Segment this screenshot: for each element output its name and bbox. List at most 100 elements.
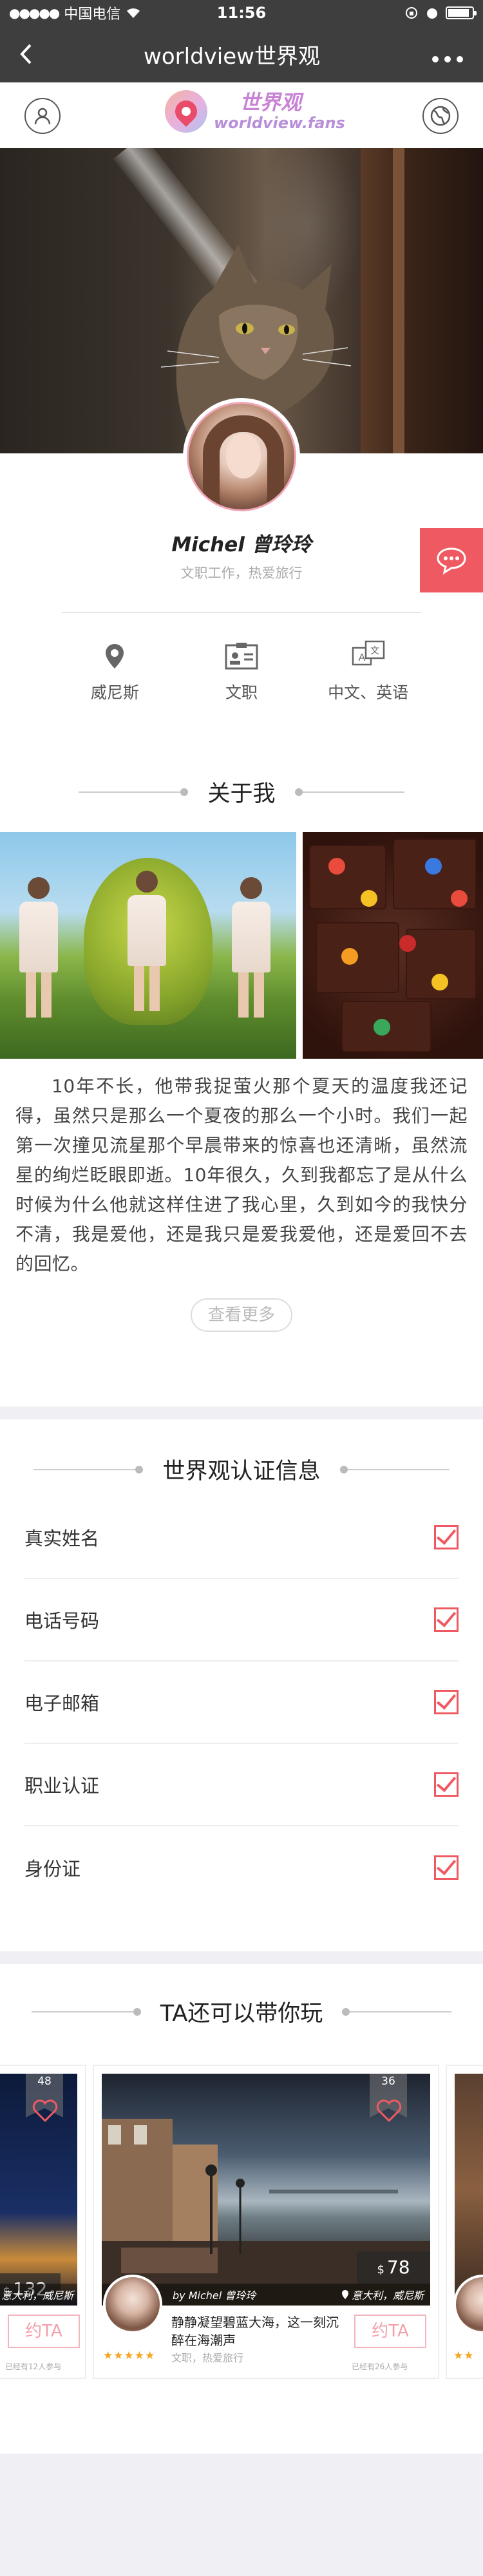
activity-price: $78 — [357, 2251, 430, 2284]
id-card-icon — [225, 643, 258, 670]
like-count: 48 — [37, 2075, 52, 2088]
verify-label: 电子邮箱 — [24, 1692, 100, 1714]
app-logo: 世界观 worldview.fans — [165, 90, 345, 133]
verify-section: 世界观认证信息 真实姓名 电话号码 电子邮箱 职业认证 身份证 — [0, 1419, 483, 1951]
logo-cn: 世界观 — [240, 90, 302, 115]
page-bottom — [0, 2454, 483, 2576]
verify-label: 电话号码 — [24, 1610, 100, 1632]
meta-job-label: 文职 — [225, 683, 258, 702]
avatar-image — [187, 402, 296, 511]
like-count: 36 — [381, 2075, 395, 2088]
location-pin-icon — [106, 644, 124, 668]
profile-name: Michel 曾玲玲 — [171, 533, 312, 556]
verify-row-email: 电子邮箱 — [24, 1662, 459, 1744]
about-photo-brownies[interactable] — [303, 832, 483, 1059]
rating-stars: ★★★★★ — [103, 2349, 156, 2362]
host-subtitle: 文职，热爱旅行 — [171, 2352, 244, 2364]
activity-author: by Michel 曾玲玲 — [173, 2289, 256, 2302]
activity-card-image — [455, 2074, 483, 2306]
verify-label: 真实姓名 — [24, 1528, 100, 1549]
globe-button[interactable] — [422, 98, 459, 134]
activity-card[interactable]: 48 $132 意大利，威尼斯 约TA 已经有12人参与 — [0, 2065, 86, 2379]
wifi-icon — [127, 8, 140, 18]
verify-row-name: 真实姓名 — [24, 1497, 459, 1579]
location-pin-icon — [341, 2290, 348, 2299]
verified-check-icon — [434, 1525, 459, 1549]
activity-location: 意大利，威尼斯 — [351, 2289, 424, 2302]
host-avatar[interactable] — [103, 2275, 162, 2334]
meta-language-label: 中文、英语 — [328, 683, 409, 702]
verify-title: 世界观认证信息 — [162, 1459, 321, 1484]
status-left: ●●●●● 中国电信 — [9, 3, 202, 23]
more-dots-icon — [432, 56, 463, 62]
about-photo-girls[interactable] — [0, 832, 296, 1059]
rotation-lock-icon — [406, 7, 417, 19]
about-text: 10年不长，他带我捉萤火那个夏天的温度我还记得，虽然只是那么一个夏夜的那么一个小… — [15, 1075, 468, 1274]
language-icon: A文 — [352, 640, 384, 666]
verify-row-career: 职业认证 — [24, 1744, 459, 1826]
activity-caption: 意大利，威尼斯 — [0, 2284, 77, 2306]
activity-card[interactable]: ★★ — [446, 2065, 483, 2379]
logo-badge — [165, 90, 207, 133]
joined-count: 已经有26人参与 — [352, 2362, 408, 2371]
verified-check-icon — [434, 1607, 459, 1632]
verified-check-icon — [434, 1690, 459, 1714]
verified-check-icon — [434, 1855, 459, 1880]
about-title-row: 关于我 — [0, 775, 483, 808]
profile-divider — [62, 612, 421, 613]
meta-location: 威尼斯 — [60, 638, 169, 703]
signal-icon: ●●●●● — [9, 5, 60, 21]
activity-location: 意大利，威尼斯 — [1, 2289, 73, 2302]
more-button[interactable] — [412, 26, 483, 82]
status-time: 11:56 — [216, 4, 267, 22]
see-more-button[interactable]: 查看更多 — [191, 1298, 292, 1332]
carrier-label: 中国电信 — [64, 6, 121, 23]
activities-section: TA还可以带你玩 48 $132 意大利，威尼斯 约TA 已经有12人参与 36… — [0, 1964, 483, 2454]
svg-text:A: A — [358, 652, 365, 663]
activity-card-image: 36 $78 by Michel 曾玲玲 意大利，威尼斯 — [102, 2074, 430, 2306]
activity-card-image: 48 $132 意大利，威尼斯 — [0, 2074, 77, 2306]
status-right — [281, 6, 477, 20]
meta-location-label: 威尼斯 — [90, 683, 139, 702]
svg-text:文: 文 — [370, 646, 379, 656]
logo-en: worldview.fans — [214, 113, 345, 132]
chat-bubble-icon — [437, 547, 466, 574]
nav-bar: worldview世界观 — [0, 26, 483, 82]
profile-subtitle: 文职工作，热爱旅行 — [180, 565, 303, 581]
page: { "status_bar": {"carrier": "中国电信", "tim… — [0, 0, 483, 2576]
nav-title: worldview世界观 — [144, 43, 320, 70]
play-title: TA还可以带你玩 — [160, 2001, 323, 2027]
chat-button[interactable] — [420, 528, 483, 592]
back-button[interactable] — [0, 26, 52, 82]
activity-description: 静静凝望碧蓝大海，这一刻沉醉在海潮声 — [171, 2315, 339, 2348]
activity-card[interactable]: 36 $78 by Michel 曾玲玲 意大利，威尼斯 静静凝望碧蓝大海，这一… — [93, 2065, 439, 2379]
app-header: 世界观 worldview.fans — [0, 82, 483, 148]
invite-button[interactable]: 约TA — [8, 2315, 80, 2348]
profile-meta: 威尼斯 文职 A文 中文、英语 — [0, 638, 483, 703]
rating-stars: ★★ — [453, 2349, 475, 2362]
verified-check-icon — [434, 1772, 459, 1797]
invite-button[interactable]: 约TA — [354, 2315, 426, 2348]
user-icon — [34, 108, 51, 125]
verify-row-phone: 电话号码 — [24, 1579, 459, 1662]
logo-pin-icon — [170, 95, 202, 128]
meta-job: 文职 — [187, 638, 296, 703]
verify-label: 职业认证 — [24, 1775, 100, 1797]
heart-icon[interactable] — [32, 2099, 58, 2123]
battery-icon — [446, 6, 477, 19]
about-section: 关于我 10年不长，他带我捉萤火那个夏天的温度我还记得，虽然只是那么一个夏夜的那… — [0, 761, 483, 1406]
alarm-icon — [427, 8, 437, 19]
globe-icon — [430, 106, 451, 126]
about-title: 关于我 — [207, 781, 276, 807]
heart-icon[interactable] — [376, 2099, 402, 2123]
user-button[interactable] — [24, 98, 61, 134]
profile-avatar[interactable] — [183, 398, 300, 515]
meta-language: A文 中文、英语 — [314, 638, 423, 703]
status-bar: ●●●●● 中国电信 11:56 — [0, 0, 483, 26]
verify-row-id: 身份证 — [24, 1826, 459, 1909]
verify-title-row: 世界观认证信息 — [0, 1453, 483, 1486]
logo-text: 世界观 worldview.fans — [214, 90, 345, 132]
joined-count: 已经有12人参与 — [5, 2362, 62, 2371]
cover-door — [361, 148, 483, 453]
play-title-row: TA还可以带你玩 — [0, 1995, 483, 2028]
